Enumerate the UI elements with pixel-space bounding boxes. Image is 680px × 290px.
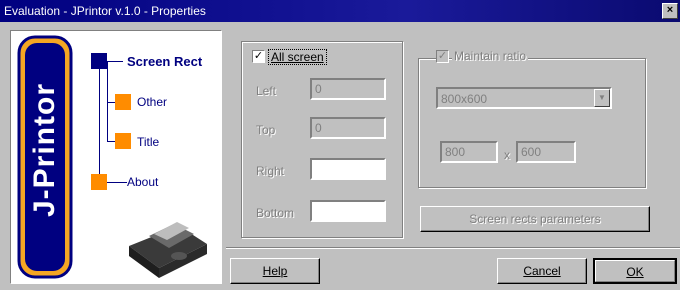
maintain-ratio-label: Maintain ratio [452,49,529,63]
nav-item-other[interactable]: Other [137,95,167,109]
nav-item-about[interactable]: About [127,175,158,189]
tree-vertical-line [99,69,100,187]
left-label: Left [256,84,277,98]
title-bar: Evaluation - JPrintor v.1.0 - Properties… [0,0,680,22]
tree-node-other[interactable] [115,94,131,110]
right-field[interactable] [310,158,386,180]
left-field[interactable] [310,78,386,100]
cancel-button[interactable]: Cancel [497,258,587,284]
close-button[interactable]: × [662,3,678,19]
all-screen-checkbox[interactable]: ✓ [252,50,265,63]
logo-text: J-Printor [17,35,73,279]
help-button[interactable]: Help [230,258,320,284]
ratio-group [418,58,646,188]
ok-label: OK [626,265,644,279]
times-separator: x [504,148,510,162]
chevron-down-icon[interactable]: ▼ [594,89,610,107]
help-label: Help [262,264,288,278]
bottom-label: Bottom [256,206,295,220]
logo-wordmark: J-Printor [28,82,62,218]
right-label: Right [256,164,285,178]
cancel-label: Cancel [523,264,561,278]
resolution-select[interactable]: 800x600 ▼ [436,87,612,109]
close-icon: × [666,4,674,16]
printer-image [129,222,207,278]
button-bar-separator-highlight [226,248,680,249]
tree-node-title[interactable] [115,133,131,149]
window-title: Evaluation - JPrintor v.1.0 - Properties [4,4,206,18]
tree-node-about[interactable] [91,174,107,190]
width-field[interactable] [440,141,498,163]
resolution-value: 800x600 [441,92,488,106]
all-screen-label[interactable]: All screen [268,49,327,65]
sidebar-panel: J-Printor Screen Rect Other Title About [10,30,222,284]
nav-item-title[interactable]: Title [137,135,159,149]
tree-node-screen-rect[interactable] [91,53,107,69]
tree-branch-line [107,61,123,62]
screen-rects-parameters-button[interactable]: Screen rects parameters [420,206,650,232]
ok-button[interactable]: OK [593,258,677,284]
maintain-ratio-checkbox[interactable]: ✓ [436,50,449,63]
top-field[interactable] [310,117,386,139]
bottom-field[interactable] [310,200,386,222]
nav-item-screen-rect[interactable]: Screen Rect [127,54,202,69]
height-field[interactable] [516,141,576,163]
top-label: Top [256,123,276,137]
tree-branch-line [107,61,108,141]
